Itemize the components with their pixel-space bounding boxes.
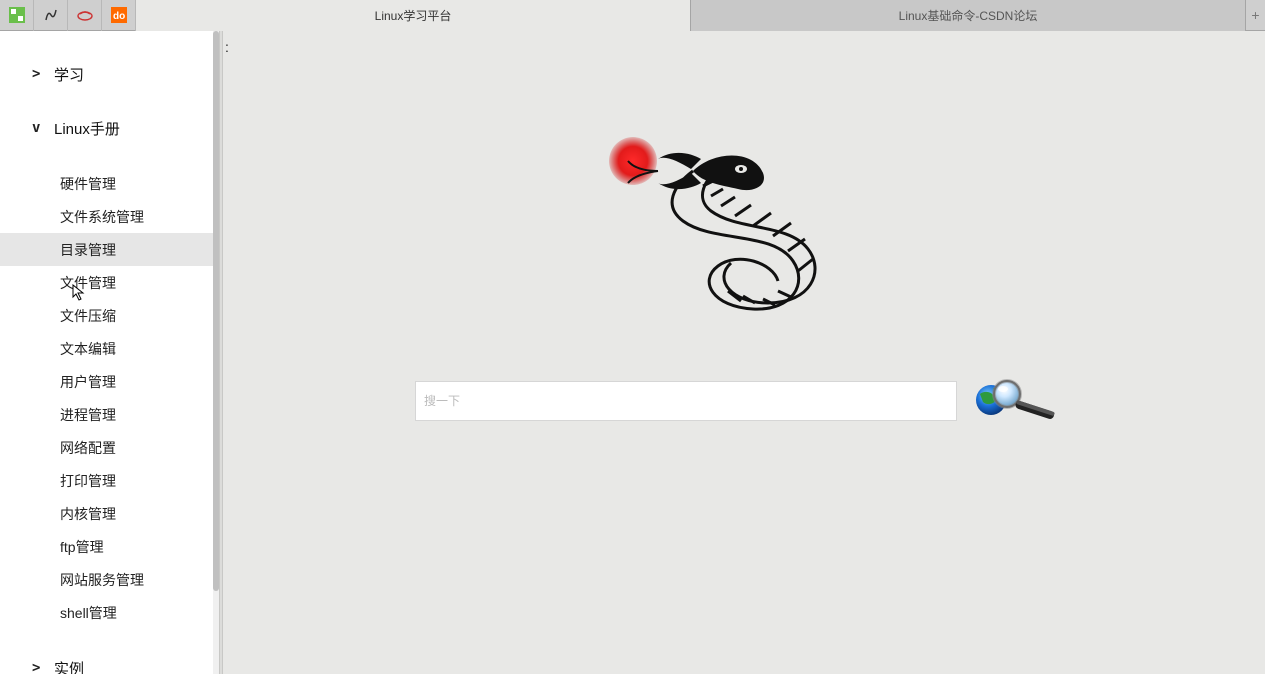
sidebar-item-text-edit[interactable]: 文本编辑 bbox=[0, 332, 215, 365]
sidebar-item-hardware[interactable]: 硬件管理 bbox=[0, 167, 215, 200]
sidebar-section-example-label: 实例 bbox=[54, 658, 84, 674]
search-globe-icon bbox=[973, 376, 1059, 420]
search-row bbox=[415, 376, 1065, 425]
sidebar-item-file[interactable]: 文件管理 bbox=[0, 266, 215, 299]
sidebar-item-website[interactable]: 网站服务管理 bbox=[0, 563, 215, 596]
sidebar-section-manual-label: Linux手册 bbox=[54, 118, 120, 139]
tab-favicon-row: do bbox=[0, 0, 136, 30]
sidebar-item-directory[interactable]: 目录管理 bbox=[0, 233, 215, 266]
sidebar-item-kernel[interactable]: 内核管理 bbox=[0, 497, 215, 530]
sidebar-item-print[interactable]: 打印管理 bbox=[0, 464, 215, 497]
tab-inactive[interactable]: Linux基础命令-CSDN论坛 bbox=[691, 0, 1246, 31]
sidebar-scrollbar-thumb[interactable] bbox=[213, 31, 219, 591]
plus-icon: + bbox=[1251, 7, 1259, 23]
sidebar-item-filesystem[interactable]: 文件系统管理 bbox=[0, 200, 215, 233]
sidebar-section-example[interactable]: > 实例 bbox=[0, 653, 215, 674]
sidebar-item-network[interactable]: 网络配置 bbox=[0, 431, 215, 464]
tab-inactive-label: Linux基础命令-CSDN论坛 bbox=[899, 7, 1038, 24]
sidebar: > 学习 v Linux手册 硬件管理 文件系统管理 目录管理 文件管理 文件压… bbox=[0, 31, 219, 674]
tab-active-label: Linux学习平台 bbox=[375, 7, 452, 24]
browser-tabbar: do Linux学习平台 Linux基础命令-CSDN论坛 + bbox=[0, 0, 1265, 31]
logo-image bbox=[603, 131, 903, 331]
sidebar-item-process[interactable]: 进程管理 bbox=[0, 398, 215, 431]
favicon-4[interactable]: do bbox=[102, 0, 136, 31]
search-input[interactable] bbox=[415, 381, 957, 421]
svg-text:do: do bbox=[113, 11, 125, 22]
favicon-1[interactable] bbox=[0, 0, 34, 31]
favicon-2[interactable] bbox=[34, 0, 68, 31]
chevron-right-icon: > bbox=[32, 66, 54, 82]
sidebar-item-shell[interactable]: shell管理 bbox=[0, 596, 215, 629]
sidebar-section-learn-label: 学习 bbox=[54, 64, 84, 85]
sidebar-scrollbar[interactable] bbox=[213, 31, 219, 674]
main-content: : bbox=[223, 31, 1265, 674]
sidebar-section-manual[interactable]: v Linux手册 bbox=[0, 113, 215, 143]
sidebar-item-user[interactable]: 用户管理 bbox=[0, 365, 215, 398]
sidebar-item-ftp[interactable]: ftp管理 bbox=[0, 530, 215, 563]
search-button[interactable] bbox=[973, 376, 1059, 425]
tab-active[interactable]: Linux学习平台 bbox=[136, 0, 691, 31]
new-tab-button[interactable]: + bbox=[1246, 0, 1265, 30]
sidebar-section-learn[interactable]: > 学习 bbox=[0, 59, 215, 89]
favicon-3[interactable] bbox=[68, 0, 102, 31]
chevron-down-icon: v bbox=[32, 120, 54, 136]
chevron-right-icon: > bbox=[32, 660, 54, 674]
workspace: > 学习 v Linux手册 硬件管理 文件系统管理 目录管理 文件管理 文件压… bbox=[0, 31, 1265, 674]
leading-colon: : bbox=[225, 39, 229, 55]
sidebar-item-compress[interactable]: 文件压缩 bbox=[0, 299, 215, 332]
